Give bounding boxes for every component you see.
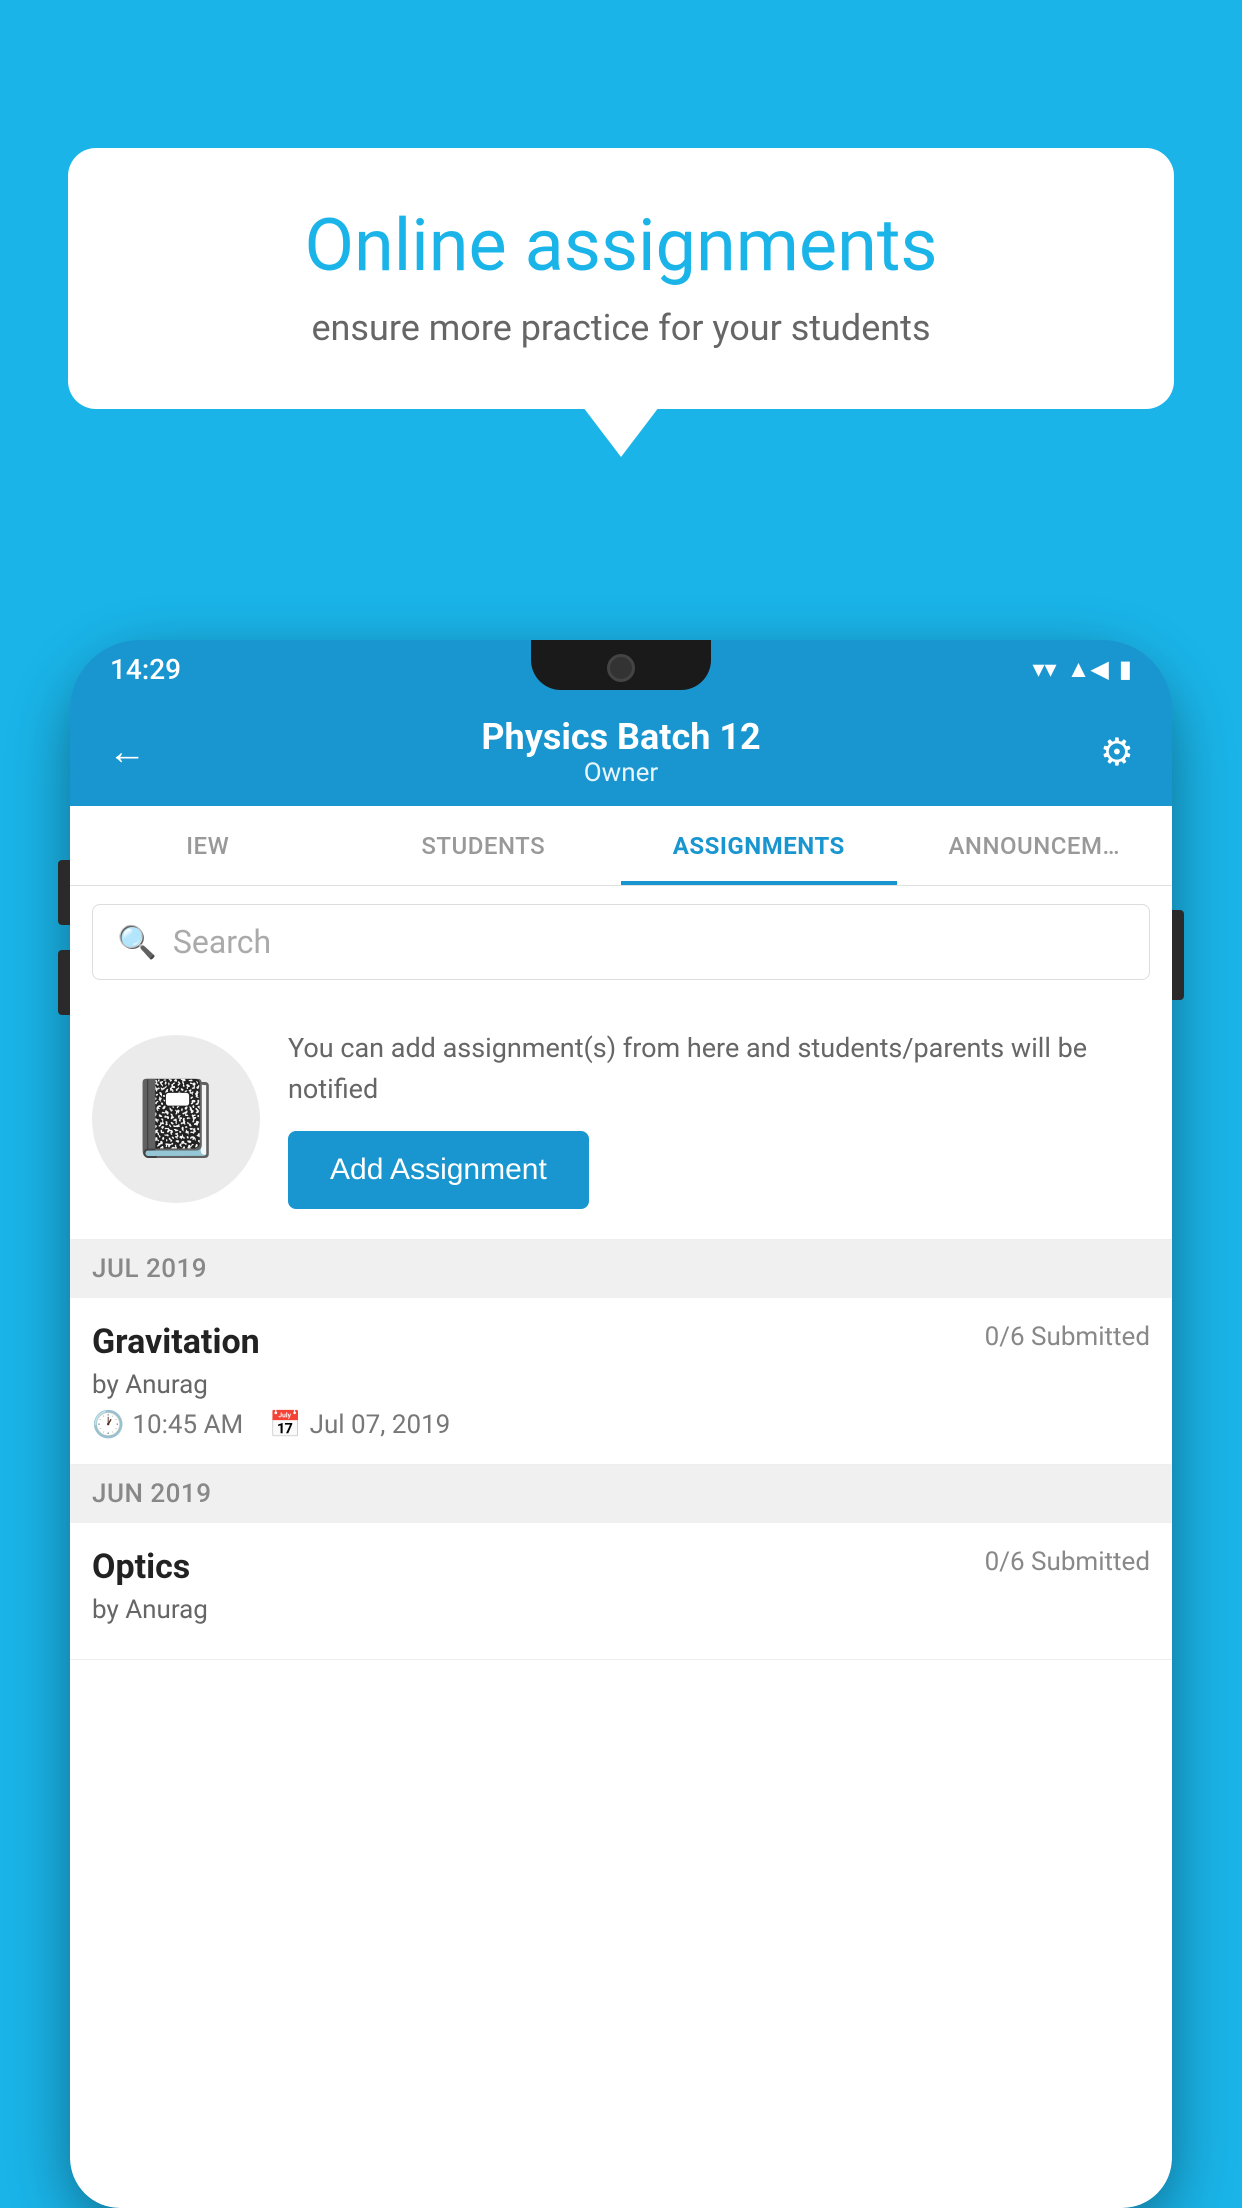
assignment-time: 10:45 AM [132,1410,243,1440]
speech-bubble-container: Online assignments ensure more practice … [68,148,1174,409]
signal-icon: ▲◀ [1067,655,1109,684]
status-time: 14:29 [110,653,181,686]
promo-icon-circle: 📓 [92,1035,260,1203]
front-camera [607,654,635,682]
promo-description: You can add assignment(s) from here and … [288,1028,1150,1109]
tab-announcements[interactable]: ANNOUNCEM… [897,806,1173,885]
settings-icon[interactable]: ⚙ [1084,730,1134,775]
speech-bubble-subtitle: ensure more practice for your students [133,307,1109,349]
month-group-jun: JUN 2019 [70,1465,1172,1523]
time-meta: 🕐 10:45 AM [92,1410,243,1440]
volume-down-button[interactable] [58,950,70,1015]
month-group-jul: JUL 2019 [70,1240,1172,1298]
promo-section: 📓 You can add assignment(s) from here an… [70,998,1172,1240]
assignment-row1: Gravitation 0/6 Submitted [92,1322,1150,1362]
battery-icon: ▮ [1119,655,1132,683]
assignment-item-optics[interactable]: Optics 0/6 Submitted by Anurag [70,1523,1172,1660]
assignment-name-optics: Optics [92,1547,190,1587]
app-header: ← Physics Batch 12 Owner ⚙ [70,698,1172,806]
assignment-date: Jul 07, 2019 [310,1410,451,1440]
status-icons: ▾▾ ▲◀ ▮ [1032,655,1132,684]
phone-frame: 14:29 ▾▾ ▲◀ ▮ ← Physics Batch 12 Owner ⚙… [70,640,1172,2208]
clock-icon: 🕐 [92,1410,124,1440]
phone-notch [531,640,711,690]
assignment-by-gravitation: by Anurag [92,1370,1150,1400]
phone-screen-body: IEW STUDENTS ASSIGNMENTS ANNOUNCEM… 🔍 Se… [70,806,1172,2208]
tab-assignments[interactable]: ASSIGNMENTS [621,806,897,885]
assignment-item-gravitation[interactable]: Gravitation 0/6 Submitted by Anurag 🕐 10… [70,1298,1172,1465]
notebook-icon: 📓 [129,1075,222,1163]
promo-text-block: You can add assignment(s) from here and … [288,1028,1150,1209]
search-input-wrap[interactable]: 🔍 Search [92,904,1150,980]
assignment-name-gravitation: Gravitation [92,1322,260,1362]
date-meta: 📅 Jul 07, 2019 [269,1410,450,1440]
wifi-icon: ▾▾ [1032,655,1056,683]
header-title-block: Physics Batch 12 Owner [158,716,1084,788]
power-button[interactable] [1172,910,1184,1000]
speech-bubble: Online assignments ensure more practice … [68,148,1174,409]
calendar-icon: 📅 [269,1410,301,1440]
search-container: 🔍 Search [70,886,1172,998]
add-assignment-button[interactable]: Add Assignment [288,1131,589,1209]
assignment-meta-gravitation: 🕐 10:45 AM 📅 Jul 07, 2019 [92,1410,1150,1440]
back-button[interactable]: ← [108,730,158,774]
volume-up-button[interactable] [58,860,70,925]
speech-bubble-title: Online assignments [133,203,1109,289]
tabs-bar: IEW STUDENTS ASSIGNMENTS ANNOUNCEM… [70,806,1172,886]
header-title: Physics Batch 12 [158,716,1084,758]
assignment-row1-optics: Optics 0/6 Submitted [92,1547,1150,1587]
tab-iew[interactable]: IEW [70,806,346,885]
search-icon: 🔍 [117,923,157,961]
assignment-by-optics: by Anurag [92,1595,1150,1625]
assignment-submitted-gravitation: 0/6 Submitted [985,1322,1150,1352]
search-placeholder-text: Search [173,923,271,961]
header-subtitle: Owner [158,758,1084,788]
assignment-submitted-optics: 0/6 Submitted [985,1547,1150,1577]
tab-students[interactable]: STUDENTS [346,806,622,885]
phone-screen: 14:29 ▾▾ ▲◀ ▮ ← Physics Batch 12 Owner ⚙… [70,640,1172,2208]
